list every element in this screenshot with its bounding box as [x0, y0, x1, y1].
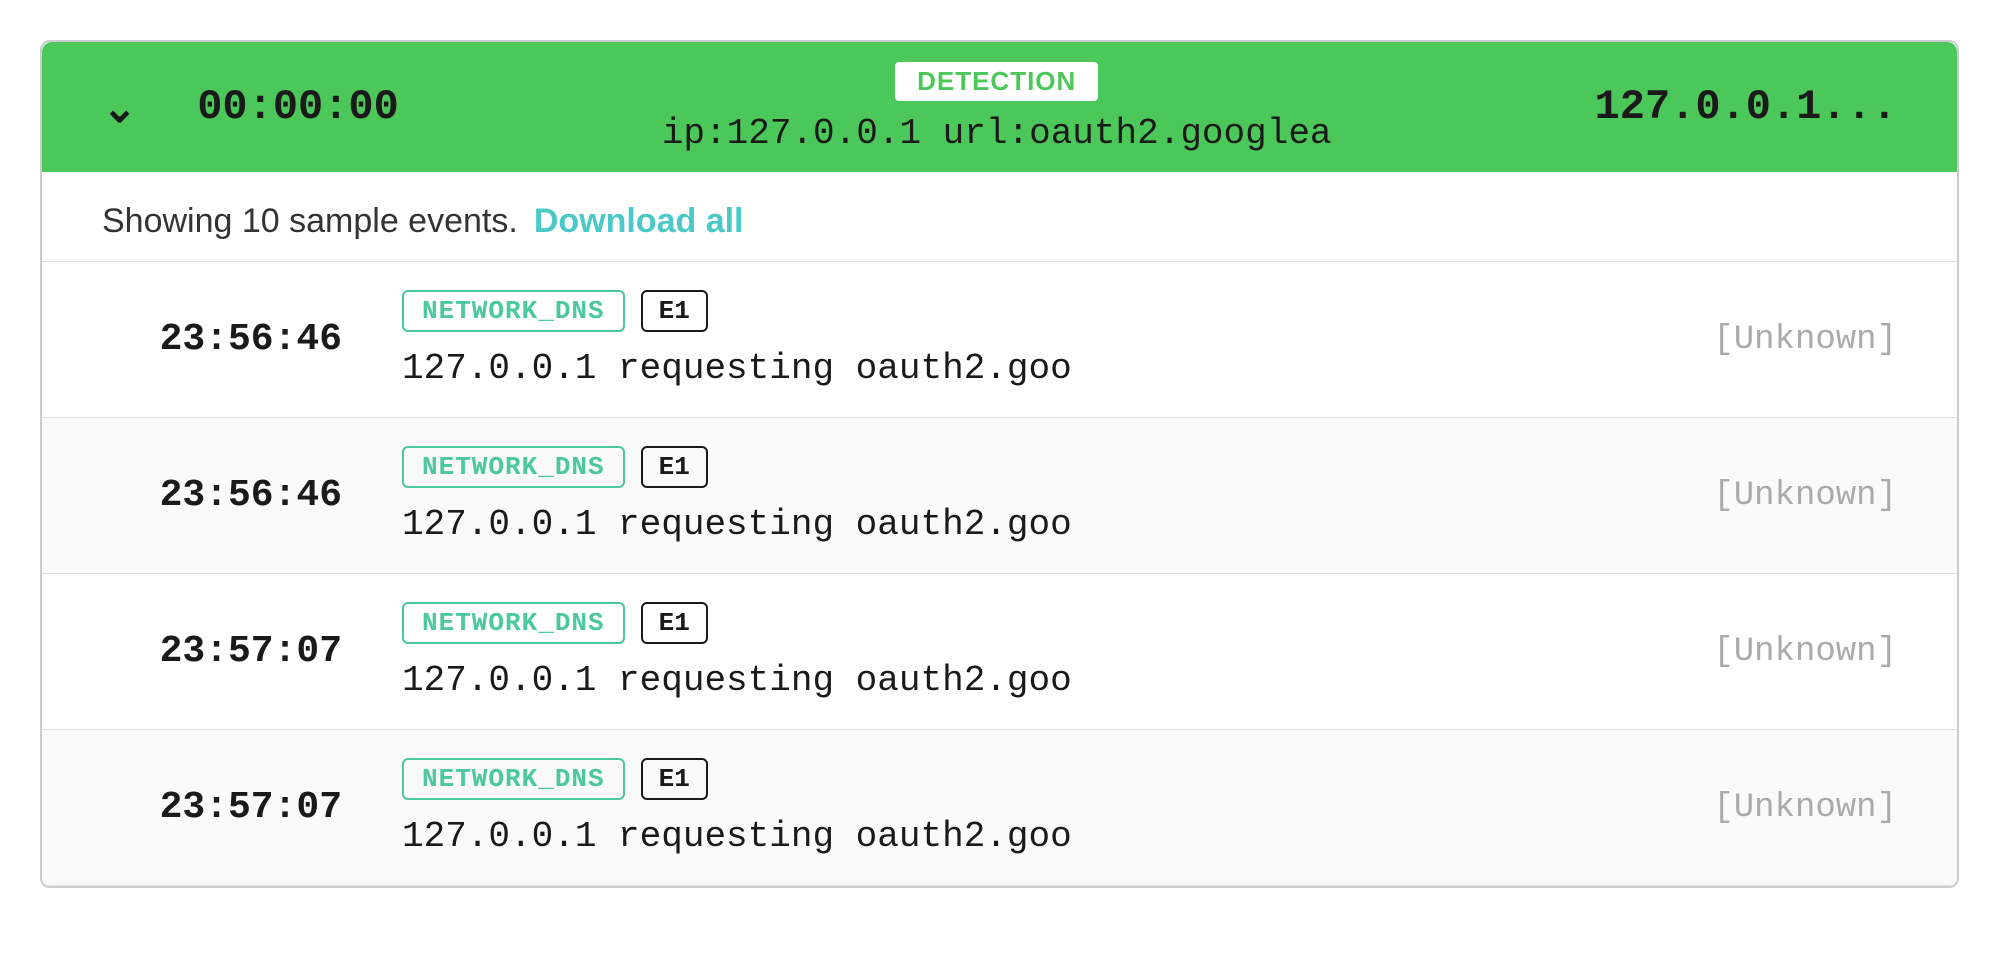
event-time: 23:57:07 [102, 630, 402, 673]
event-status: [Unknown] [1673, 321, 1897, 359]
badge-e1: E1 [641, 602, 708, 644]
event-time: 23:56:46 [102, 318, 402, 361]
header-row: ⌄ 00:00:00 DETECTION ip:127.0.0.1 url:oa… [42, 42, 1957, 172]
badge-e1: E1 [641, 446, 708, 488]
event-details: NETWORK_DNS E1 127.0.0.1 requesting oaut… [402, 446, 1673, 545]
event-time: 23:57:07 [102, 786, 402, 829]
badge-e1: E1 [641, 758, 708, 800]
event-details: NETWORK_DNS E1 127.0.0.1 requesting oaut… [402, 758, 1673, 857]
event-details: NETWORK_DNS E1 127.0.0.1 requesting oaut… [402, 290, 1673, 389]
main-container: ⌄ 00:00:00 DETECTION ip:127.0.0.1 url:oa… [40, 40, 1959, 888]
badge-network-dns: NETWORK_DNS [402, 290, 625, 332]
badge-network-dns: NETWORK_DNS [402, 446, 625, 488]
badge-network-dns: NETWORK_DNS [402, 602, 625, 644]
badge-e1: E1 [641, 290, 708, 332]
table-row[interactable]: 23:56:46 NETWORK_DNS E1 127.0.0.1 reques… [42, 262, 1957, 418]
event-time: 23:56:46 [102, 474, 402, 517]
event-status: [Unknown] [1673, 789, 1897, 827]
detection-badge: DETECTION [893, 60, 1100, 103]
header-center: DETECTION ip:127.0.0.1 url:oauth2.google… [479, 60, 1515, 154]
event-badges: NETWORK_DNS E1 [402, 758, 1673, 800]
sample-events-text: Showing 10 sample events. [102, 202, 518, 241]
event-status: [Unknown] [1673, 477, 1897, 515]
event-badges: NETWORK_DNS E1 [402, 446, 1673, 488]
header-time: 00:00:00 [197, 83, 399, 131]
header-meta: ip:127.0.0.1 url:oauth2.googlea [662, 113, 1332, 154]
badge-network-dns: NETWORK_DNS [402, 758, 625, 800]
table-row[interactable]: 23:57:07 NETWORK_DNS E1 127.0.0.1 reques… [42, 574, 1957, 730]
event-badges: NETWORK_DNS E1 [402, 290, 1673, 332]
table-row[interactable]: 23:56:46 NETWORK_DNS E1 127.0.0.1 reques… [42, 418, 1957, 574]
sample-events-bar: Showing 10 sample events. Download all [42, 172, 1957, 262]
table-row[interactable]: 23:57:07 NETWORK_DNS E1 127.0.0.1 reques… [42, 730, 1957, 886]
header-ip-right: 127.0.0.1... [1595, 83, 1897, 131]
event-status: [Unknown] [1673, 633, 1897, 671]
event-description: 127.0.0.1 requesting oauth2.goo [402, 660, 1673, 701]
event-details: NETWORK_DNS E1 127.0.0.1 requesting oaut… [402, 602, 1673, 701]
event-badges: NETWORK_DNS E1 [402, 602, 1673, 644]
event-description: 127.0.0.1 requesting oauth2.goo [402, 504, 1673, 545]
events-table: 23:56:46 NETWORK_DNS E1 127.0.0.1 reques… [42, 262, 1957, 886]
event-description: 127.0.0.1 requesting oauth2.goo [402, 348, 1673, 389]
download-all-link[interactable]: Download all [534, 202, 744, 241]
chevron-down-icon[interactable]: ⌄ [102, 83, 137, 132]
event-description: 127.0.0.1 requesting oauth2.goo [402, 816, 1673, 857]
